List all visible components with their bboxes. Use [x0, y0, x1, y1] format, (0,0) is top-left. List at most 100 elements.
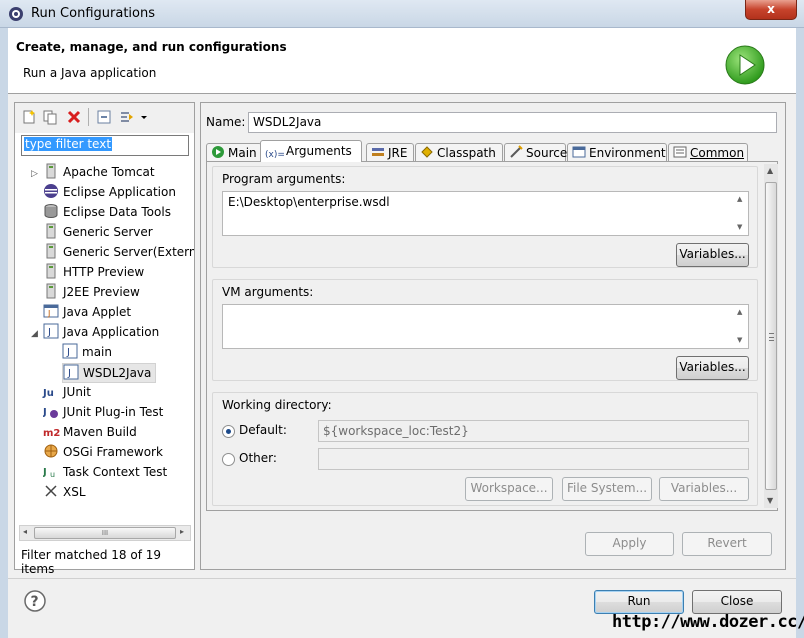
tree-item-main[interactable]: Jmain: [62, 343, 112, 363]
tab-vertical-scrollbar[interactable]: ▲ ▼: [764, 164, 778, 508]
dialog-subheading: Run a Java application: [23, 66, 157, 80]
configuration-tree-panel: type filter text ▷ Apache Tomcat Eclipse…: [14, 102, 195, 576]
tab-arguments[interactable]: (x)=Arguments: [260, 140, 362, 162]
program-arguments-label: Program arguments:: [222, 172, 346, 186]
tree-item-junit-plugin-test[interactable]: J JUnit Plug-in Test: [43, 403, 163, 423]
scroll-right-icon[interactable]: ▸: [180, 527, 184, 536]
tree-item-generic-server[interactable]: Generic Server: [43, 223, 153, 243]
apply-button[interactable]: Apply: [585, 532, 674, 556]
java-app-icon: J: [63, 364, 79, 380]
duplicate-icon[interactable]: [42, 109, 58, 125]
new-configuration-icon[interactable]: [21, 109, 37, 125]
scroll-down-icon[interactable]: ▼: [737, 223, 742, 231]
tree-item-j2ee-preview[interactable]: J2EE Preview: [43, 283, 140, 303]
tree-item-eclipse-data-tools[interactable]: Eclipse Data Tools: [43, 203, 171, 223]
program-variables-button[interactable]: Variables...: [676, 243, 749, 267]
scrollbar-thumb[interactable]: III: [34, 527, 176, 539]
filter-input[interactable]: type filter text: [21, 135, 189, 156]
working-variables-button[interactable]: Variables...: [659, 477, 749, 501]
osgi-icon: [44, 444, 58, 458]
svg-text:J: J: [47, 327, 51, 338]
tree-item-task-context-test[interactable]: Ju Task Context Test: [43, 463, 167, 483]
other-label: Other:: [239, 451, 277, 465]
dialog-header: Create, manage, and run configurations R…: [8, 28, 796, 94]
run-button[interactable]: Run: [594, 590, 684, 614]
scroll-up-icon[interactable]: ▲: [767, 166, 773, 175]
arguments-icon: (x)=: [265, 150, 285, 160]
filter-status: Filter matched 18 of 19 items: [21, 548, 162, 576]
server-icon: [46, 283, 56, 299]
common-icon: [673, 146, 687, 158]
program-arguments-input[interactable]: E:\Desktop\enterprise.wsdl ▲ ▼: [222, 191, 749, 236]
filter-icon[interactable]: [119, 109, 135, 125]
tree-item-osgi-framework[interactable]: OSGi Framework: [43, 443, 163, 463]
server-icon: [46, 223, 56, 239]
default-radio[interactable]: [222, 425, 235, 438]
database-icon: [44, 204, 58, 219]
default-label: Default:: [239, 423, 287, 437]
file-system-button[interactable]: File System...: [562, 477, 652, 501]
tree-item-wsdl2java[interactable]: J WSDL2Java: [62, 363, 157, 383]
tab-environment[interactable]: Environment: [567, 143, 667, 162]
scroll-left-icon[interactable]: ◂: [23, 527, 27, 536]
tree-item-eclipse-application[interactable]: Eclipse Application: [43, 183, 176, 203]
main-tab-icon: [212, 146, 224, 158]
tree-item-generic-server-external[interactable]: Generic Server(Extern: [43, 243, 194, 263]
svg-text:?: ?: [31, 594, 39, 610]
svg-text:J: J: [43, 467, 47, 478]
dropdown-arrow-icon[interactable]: [139, 109, 149, 125]
textarea-scrollbar[interactable]: ▲ ▼: [735, 193, 747, 234]
tree-item-java-application[interactable]: J Java Application: [43, 323, 159, 343]
scrollbar-thumb[interactable]: [765, 182, 777, 490]
expand-arrow-icon[interactable]: ▷: [31, 169, 38, 179]
tab-source[interactable]: Source: [504, 143, 567, 162]
collapse-all-icon[interactable]: [96, 109, 112, 125]
tab-classpath[interactable]: Classpath: [415, 143, 503, 162]
revert-button[interactable]: Revert: [682, 532, 772, 556]
tab-main[interactable]: Main: [206, 143, 262, 162]
jre-icon: [372, 148, 384, 156]
tree-item-http-preview[interactable]: HTTP Preview: [43, 263, 144, 283]
collapse-arrow-icon[interactable]: ◢: [31, 329, 38, 339]
java-app-icon: J: [43, 323, 59, 339]
arguments-tab-body: Program arguments: E:\Desktop\enterprise…: [206, 161, 778, 511]
workspace-button[interactable]: Workspace...: [465, 477, 553, 501]
name-label: Name:: [206, 115, 246, 129]
scroll-down-icon[interactable]: ▼: [767, 496, 773, 505]
tab-bar: Main (x)=Arguments JRE Classpath Source …: [206, 140, 778, 162]
filter-text: type filter text: [24, 137, 113, 151]
textarea-scrollbar[interactable]: ▲ ▼: [735, 306, 747, 347]
dialog-heading: Create, manage, and run configurations: [16, 40, 287, 54]
other-radio[interactable]: [222, 453, 235, 466]
configuration-tree: ▷ Apache Tomcat Eclipse Application Ecli…: [15, 163, 194, 523]
footer-separator: [8, 578, 796, 579]
delete-icon[interactable]: [66, 109, 82, 125]
scroll-down-icon[interactable]: ▼: [737, 336, 742, 344]
scroll-up-icon[interactable]: ▲: [737, 308, 742, 316]
default-directory-input: ${workspace_loc:Test2}: [318, 420, 749, 442]
working-directory-label: Working directory:: [222, 398, 332, 412]
tree-item-java-applet[interactable]: J Java Applet: [43, 303, 131, 323]
java-app-icon: J: [62, 343, 78, 359]
program-arguments-group: Program arguments: E:\Desktop\enterprise…: [212, 166, 758, 268]
tree-item-xsl[interactable]: XSL: [43, 483, 86, 503]
tree-item-junit[interactable]: Ju JUnit: [43, 383, 91, 403]
help-icon[interactable]: ?: [24, 590, 46, 612]
tree-item-apache-tomcat[interactable]: Apache Tomcat: [43, 163, 155, 183]
tree-item-maven-build[interactable]: m2 Maven Build: [43, 423, 137, 443]
window-close-button[interactable]: x: [745, 0, 797, 20]
name-input[interactable]: WSDL2Java: [248, 112, 777, 133]
scroll-up-icon[interactable]: ▲: [737, 195, 742, 203]
scrollbar-grip: [769, 333, 774, 341]
close-button[interactable]: Close: [692, 590, 782, 614]
vm-arguments-group: VM arguments: ▲ ▼ Variables...: [212, 279, 758, 381]
vm-variables-button[interactable]: Variables...: [676, 356, 749, 380]
classpath-icon: [421, 146, 433, 158]
other-directory-input[interactable]: [318, 448, 749, 470]
tab-common[interactable]: Common: [668, 143, 748, 162]
tree-horizontal-scrollbar[interactable]: ◂ III ▸: [19, 525, 191, 541]
run-icon: [725, 45, 765, 85]
vm-arguments-input[interactable]: ▲ ▼: [222, 304, 749, 349]
tab-jre[interactable]: JRE: [366, 143, 414, 162]
environment-icon: [572, 146, 586, 158]
